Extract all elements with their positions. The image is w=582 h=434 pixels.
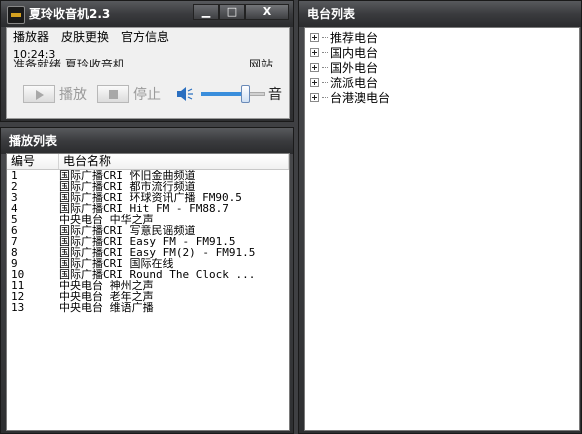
- player-body: 播放器 皮肤更换 官方信息 10:24:3 准备就绪 夏玲收音机 网站 播放 停…: [6, 27, 290, 119]
- tree-node[interactable]: 国外电台: [305, 60, 579, 75]
- row-station-name: 国际广播CRI Hit FM - FM88.7: [59, 203, 229, 214]
- play-icon: [36, 90, 44, 100]
- table-row[interactable]: 7 国际广播CRI Easy FM - FM91.5: [7, 236, 289, 247]
- tree-node[interactable]: 流派电台: [305, 75, 579, 90]
- tree-node-label: 台港澳电台: [330, 91, 391, 105]
- row-station-name: 国际广播CRI 国际在线: [59, 258, 174, 269]
- row-station-name: 国际广播CRI Round The Clock ...: [59, 269, 256, 280]
- row-station-name: 国际广播CRI Easy FM(2) - FM91.5: [59, 247, 256, 258]
- column-station-name[interactable]: 电台名称: [59, 154, 289, 169]
- play-button[interactable]: [23, 85, 55, 103]
- row-station-name: 中央电台 神州之声: [59, 280, 154, 291]
- row-station-name: 国际广播CRI 写意民谣频道: [59, 225, 196, 236]
- table-row[interactable]: 3 国际广播CRI 环球资讯广播 FM90.5: [7, 192, 289, 203]
- table-row[interactable]: 2 国际广播CRI 都市流行频道: [7, 181, 289, 192]
- tree-root: 推荐电台 国内电台 国外电台 流派电台 台港澳电台: [305, 28, 579, 105]
- station-list-titlebar: 电台列表: [299, 1, 581, 27]
- row-station-name: 国际广播CRI 都市流行频道: [59, 181, 196, 192]
- menu-skin[interactable]: 皮肤更换: [55, 28, 115, 46]
- play-label: 播放: [59, 87, 87, 103]
- app-title: 夏玲收音机2.3: [29, 7, 111, 21]
- volume-slider[interactable]: [201, 85, 265, 103]
- close-button[interactable]: X: [245, 4, 289, 20]
- table-row[interactable]: 6 国际广播CRI 写意民谣频道: [7, 225, 289, 236]
- tree-connector: [322, 52, 328, 53]
- row-station-name: 国际广播CRI Easy FM - FM91.5: [59, 236, 236, 247]
- table-row[interactable]: 1 国际广播CRI 怀旧金曲频道: [7, 170, 289, 181]
- app-radio-icon: [7, 6, 25, 24]
- window-controls: ▁ □ X: [193, 4, 289, 20]
- menu-bar: 播放器 皮肤更换 官方信息: [7, 28, 289, 46]
- table-body: 1 国际广播CRI 怀旧金曲频道 2 国际广播CRI 都市流行频道 3 国际广播CRI 环…: [7, 170, 289, 313]
- table-row[interactable]: 11 中央电台 神州之声: [7, 280, 289, 291]
- table-row[interactable]: 8 国际广播CRI Easy FM(2) - FM91.5: [7, 247, 289, 258]
- row-station-name: 中央电台 维语广播: [59, 302, 154, 313]
- tree-node[interactable]: 推荐电台: [305, 30, 579, 45]
- table-row[interactable]: 10 国际广播CRI Round The Clock ...: [7, 269, 289, 280]
- maximize-button[interactable]: □: [219, 4, 245, 20]
- tree-connector: [322, 97, 328, 98]
- row-number: 13: [11, 301, 25, 314]
- row-station-name: 国际广播CRI 环球资讯广播 FM90.5: [59, 192, 242, 203]
- expand-plus-icon[interactable]: [310, 48, 319, 57]
- expand-plus-icon[interactable]: [310, 33, 319, 42]
- stop-label: 停止: [133, 87, 161, 103]
- tree-node[interactable]: 台港澳电台: [305, 90, 579, 105]
- menu-official-info[interactable]: 官方信息: [115, 28, 175, 46]
- row-station-name: 中央电台 中华之声: [59, 214, 154, 225]
- website-link[interactable]: 网站: [249, 59, 273, 67]
- table-row[interactable]: 5 中央电台 中华之声: [7, 214, 289, 225]
- volume-label: 音: [268, 87, 282, 103]
- tree-connector: [322, 67, 328, 68]
- status-text: 准备就绪 夏玲收音机: [13, 59, 125, 67]
- expand-plus-icon[interactable]: [310, 93, 319, 102]
- column-number[interactable]: 编号: [7, 154, 59, 169]
- player-window: 夏玲收音机2.3 ▁ □ X 播放器 皮肤更换 官方信息 10:24:3 准备就…: [0, 0, 294, 122]
- row-station-name: 国际广播CRI 怀旧金曲频道: [59, 170, 196, 181]
- playlist-table: 编号 电台名称 1 国际广播CRI 怀旧金曲频道 2 国际广播CRI 都市流行频道 3 国…: [6, 153, 290, 431]
- player-titlebar[interactable]: 夏玲收音机2.3 ▁ □ X: [1, 1, 293, 27]
- expand-plus-icon[interactable]: [310, 78, 319, 87]
- menu-player[interactable]: 播放器: [7, 28, 55, 46]
- table-header: 编号 电台名称: [7, 154, 289, 170]
- table-row[interactable]: 13 中央电台 维语广播: [7, 302, 289, 313]
- stop-icon: [109, 90, 118, 99]
- table-row[interactable]: 9 国际广播CRI 国际在线: [7, 258, 289, 269]
- station-list-window: 电台列表 推荐电台 国内电台 国外电台 流派电台 台港澳电台: [298, 0, 582, 434]
- playback-controls: 播放 停止 音: [23, 84, 282, 104]
- table-row[interactable]: 4 国际广播CRI Hit FM - FM88.7: [7, 203, 289, 214]
- tree-connector: [322, 82, 328, 83]
- minimize-button[interactable]: ▁: [193, 4, 219, 20]
- playlist-window: 播放列表 编号 电台名称 1 国际广播CRI 怀旧金曲频道 2 国际广播CRI 都市流…: [0, 127, 294, 434]
- tree-connector: [322, 37, 328, 38]
- table-row[interactable]: 12 中央电台 老年之声: [7, 291, 289, 302]
- status-line: 准备就绪 夏玲收音机 网站: [13, 59, 283, 67]
- row-station-name: 中央电台 老年之声: [59, 291, 154, 302]
- stop-button[interactable]: [97, 85, 129, 103]
- volume-thumb[interactable]: [241, 85, 250, 103]
- tree-node[interactable]: 国内电台: [305, 45, 579, 60]
- speaker-icon[interactable]: [175, 85, 195, 103]
- expand-plus-icon[interactable]: [310, 63, 319, 72]
- playlist-titlebar: 播放列表: [1, 128, 293, 154]
- station-tree: 推荐电台 国内电台 国外电台 流派电台 台港澳电台: [304, 27, 580, 431]
